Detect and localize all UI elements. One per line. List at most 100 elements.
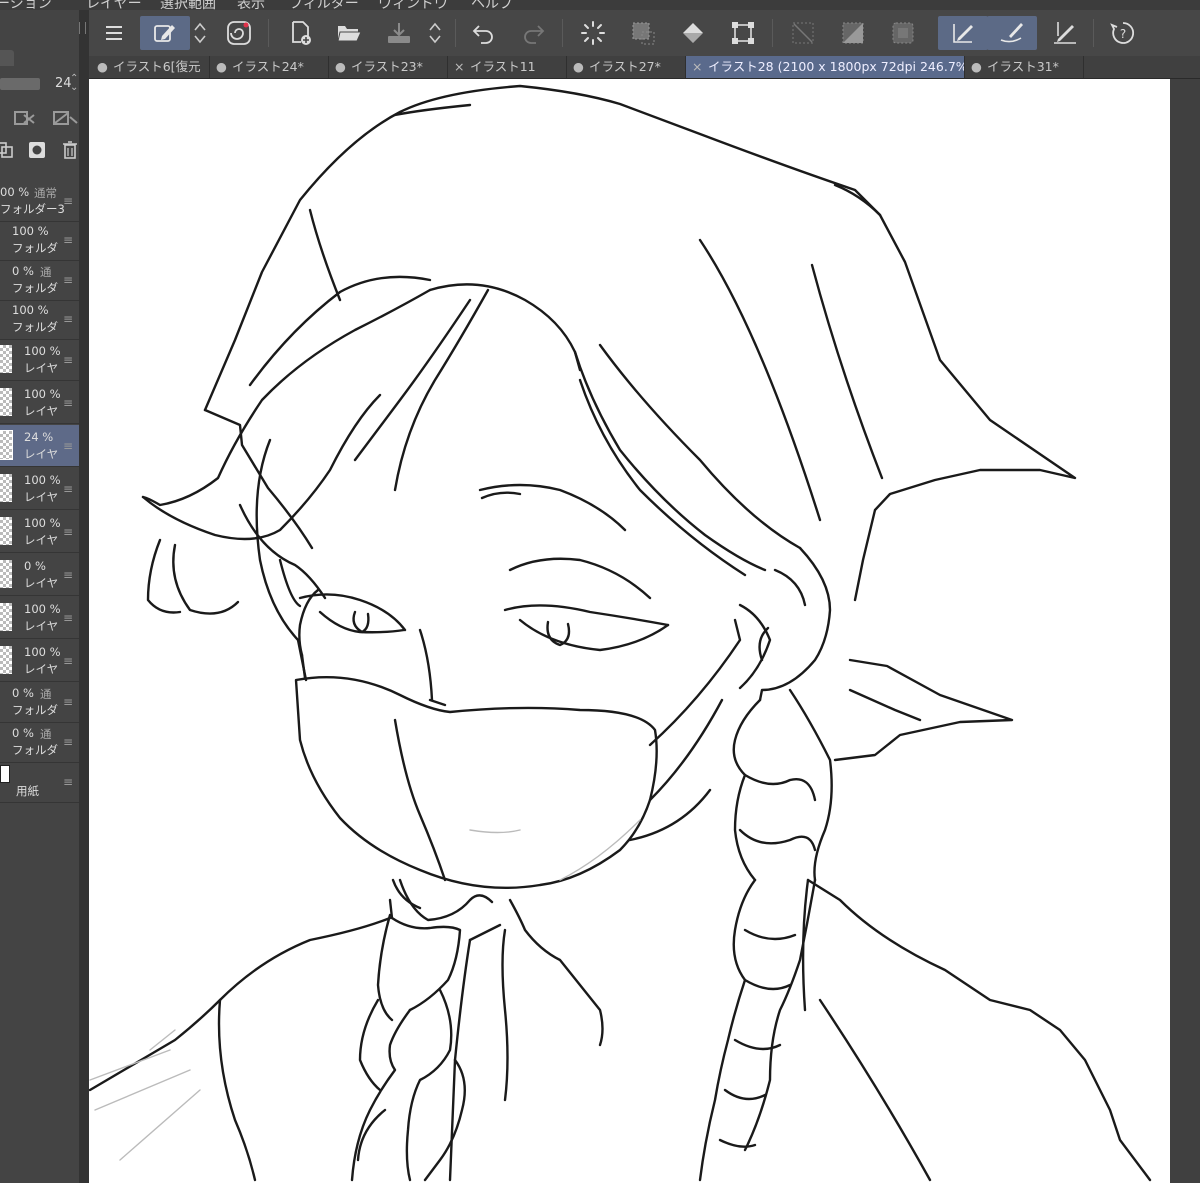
layer-row[interactable]: 24 % レイヤ ≡ (0, 425, 79, 467)
document-tabs: ● イラスト6[復元 ● イラスト24* ● イラスト23* × イラスト11 … (89, 56, 1200, 79)
drag-handle-icon[interactable] (79, 22, 86, 34)
menu-selection[interactable]: 選択範囲 (160, 0, 216, 10)
layer-menu-icon[interactable]: ≡ (63, 194, 73, 208)
tab-illust24[interactable]: ● イラスト24* (210, 56, 329, 78)
spiral-icon[interactable] (225, 19, 253, 47)
show-selection-icon[interactable] (889, 19, 917, 47)
delete-layer-icon[interactable] (62, 140, 78, 160)
tab-dot-icon[interactable]: ● (335, 56, 347, 78)
tab-dot-icon[interactable]: ● (573, 56, 585, 78)
tab-illust27[interactable]: ● イラスト27* (567, 56, 686, 78)
layer-row[interactable]: 100 % レイヤ ≡ (0, 511, 79, 553)
layer-row[interactable]: 用紙 ≡ (0, 761, 79, 803)
layer-menu-icon[interactable]: ≡ (63, 482, 73, 496)
layer-blend-mode: 通 (40, 727, 52, 741)
menu-view[interactable]: 表示 (237, 0, 265, 10)
close-icon[interactable]: × (454, 56, 466, 78)
redo-icon[interactable] (519, 19, 547, 47)
layer-menu-icon[interactable]: ≡ (63, 654, 73, 668)
layer-name: レイヤ (24, 619, 59, 633)
tab-dot-icon[interactable]: ● (97, 56, 109, 78)
layer-opacity: 0 % (12, 686, 34, 700)
layer-row[interactable]: 0 % レイヤ ≡ (0, 554, 79, 596)
save-icon[interactable] (385, 19, 413, 47)
tab-dot-icon[interactable]: ● (216, 56, 228, 78)
layer-row[interactable]: 100 % フォルダ ≡ (0, 219, 79, 261)
tab-label: イラスト27* (588, 59, 661, 74)
brush-size-slider[interactable] (0, 78, 40, 90)
tab-dot-icon[interactable]: ● (971, 56, 983, 78)
clear-selection-icon[interactable] (629, 19, 657, 47)
help-icon[interactable]: ? (1109, 19, 1137, 47)
layer-menu-icon[interactable]: ≡ (63, 775, 73, 789)
selection-mask-icon[interactable] (14, 109, 40, 127)
layer-menu-icon[interactable]: ≡ (63, 439, 73, 453)
up-down-icon[interactable] (189, 19, 211, 47)
layer-row[interactable]: 0 % 通フォルダ ≡ (0, 721, 79, 763)
layer-menu-icon[interactable]: ≡ (63, 568, 73, 582)
layer-thumbnail (0, 560, 12, 588)
invert-selection-icon[interactable] (839, 19, 867, 47)
layer-row[interactable]: 100 % フォルダ ≡ (0, 298, 79, 340)
drawing-canvas[interactable] (89, 79, 1170, 1183)
menu-layer[interactable]: レイヤー (86, 0, 142, 10)
tab-illust6[interactable]: ● イラスト6[復元 (91, 56, 210, 78)
deselect-icon[interactable] (789, 19, 817, 47)
layer-mask-icon[interactable] (28, 141, 46, 159)
menu-animation[interactable]: ーション (0, 0, 52, 10)
layer-row[interactable]: 100 % レイヤ ≡ (0, 468, 79, 510)
mask-toggle-icon[interactable] (53, 109, 79, 127)
layer-menu-icon[interactable]: ≡ (63, 695, 73, 709)
tab-illust31[interactable]: ● イラスト31* (965, 56, 1084, 78)
layer-row[interactable]: 100 % レイヤ ≡ (0, 597, 79, 639)
copy-layer-icon[interactable] (0, 140, 14, 160)
layer-menu-icon[interactable]: ≡ (63, 233, 73, 247)
edit-icon[interactable] (140, 16, 190, 50)
layer-menu-icon[interactable]: ≡ (63, 312, 73, 326)
fill-icon[interactable] (679, 19, 707, 47)
chevron-updown-icon[interactable]: ⌃ ⌄ (70, 74, 78, 93)
tab-illust28[interactable]: × イラスト28 (2100 x 1800px 72dpi 246.7%) (686, 56, 965, 78)
panel-tab-stub[interactable] (0, 50, 14, 66)
open-folder-icon[interactable] (335, 19, 363, 47)
loading-icon[interactable] (579, 19, 607, 47)
ruler-pen-icon[interactable] (1051, 19, 1079, 47)
layer-thumbnail (0, 388, 12, 416)
menu-filter[interactable]: フィルター (289, 0, 359, 10)
tab-illust23[interactable]: ● イラスト23* (329, 56, 448, 78)
layer-menu-icon[interactable]: ≡ (63, 525, 73, 539)
transform-icon[interactable] (729, 19, 757, 47)
layer-row[interactable]: 100 % レイヤ ≡ (0, 382, 79, 424)
menu-help[interactable]: ヘルプ (471, 0, 513, 10)
tab-label: イラスト6[復元 (112, 59, 201, 74)
layer-row[interactable]: 100 % レイヤ ≡ (0, 339, 79, 381)
up-down-icon-2[interactable] (424, 19, 446, 47)
layer-menu-icon[interactable]: ≡ (63, 396, 73, 410)
tab-illust11[interactable]: × イラスト11 (448, 56, 567, 78)
close-icon[interactable]: × (692, 56, 704, 78)
layer-name: フォルダー3 (0, 202, 65, 216)
layer-name: レイヤ (24, 404, 59, 418)
layer-thumbnail (0, 474, 12, 502)
panel-divider[interactable] (79, 10, 89, 1183)
layer-row[interactable]: 0 % 通フォルダ ≡ (0, 259, 79, 301)
layer-menu-icon[interactable]: ≡ (63, 273, 73, 287)
brush-tool-icon[interactable] (987, 16, 1037, 50)
layer-row[interactable]: 100 % レイヤ ≡ (0, 640, 79, 682)
layer-thumbnail (0, 430, 13, 460)
layer-menu-icon[interactable]: ≡ (63, 611, 73, 625)
line-art-illustration (89, 84, 1152, 1182)
pen-tool-icon[interactable] (938, 16, 988, 50)
new-file-icon[interactable] (287, 19, 315, 47)
layer-opacity: 100 % (24, 516, 61, 530)
layer-row[interactable]: 00 % 通常 フォルダー3 ≡ (0, 180, 79, 222)
tab-label: イラスト11 (469, 59, 536, 74)
layer-opacity: 0 % (24, 559, 46, 573)
menu-window[interactable]: ウィンドウ (378, 0, 448, 10)
layer-name: フォルダ (12, 743, 58, 757)
layer-menu-icon[interactable]: ≡ (63, 353, 73, 367)
layer-menu-icon[interactable]: ≡ (63, 735, 73, 749)
undo-icon[interactable] (470, 19, 498, 47)
menu-icon[interactable] (100, 19, 128, 47)
layer-row[interactable]: 0 % 通フォルダ ≡ (0, 681, 79, 723)
